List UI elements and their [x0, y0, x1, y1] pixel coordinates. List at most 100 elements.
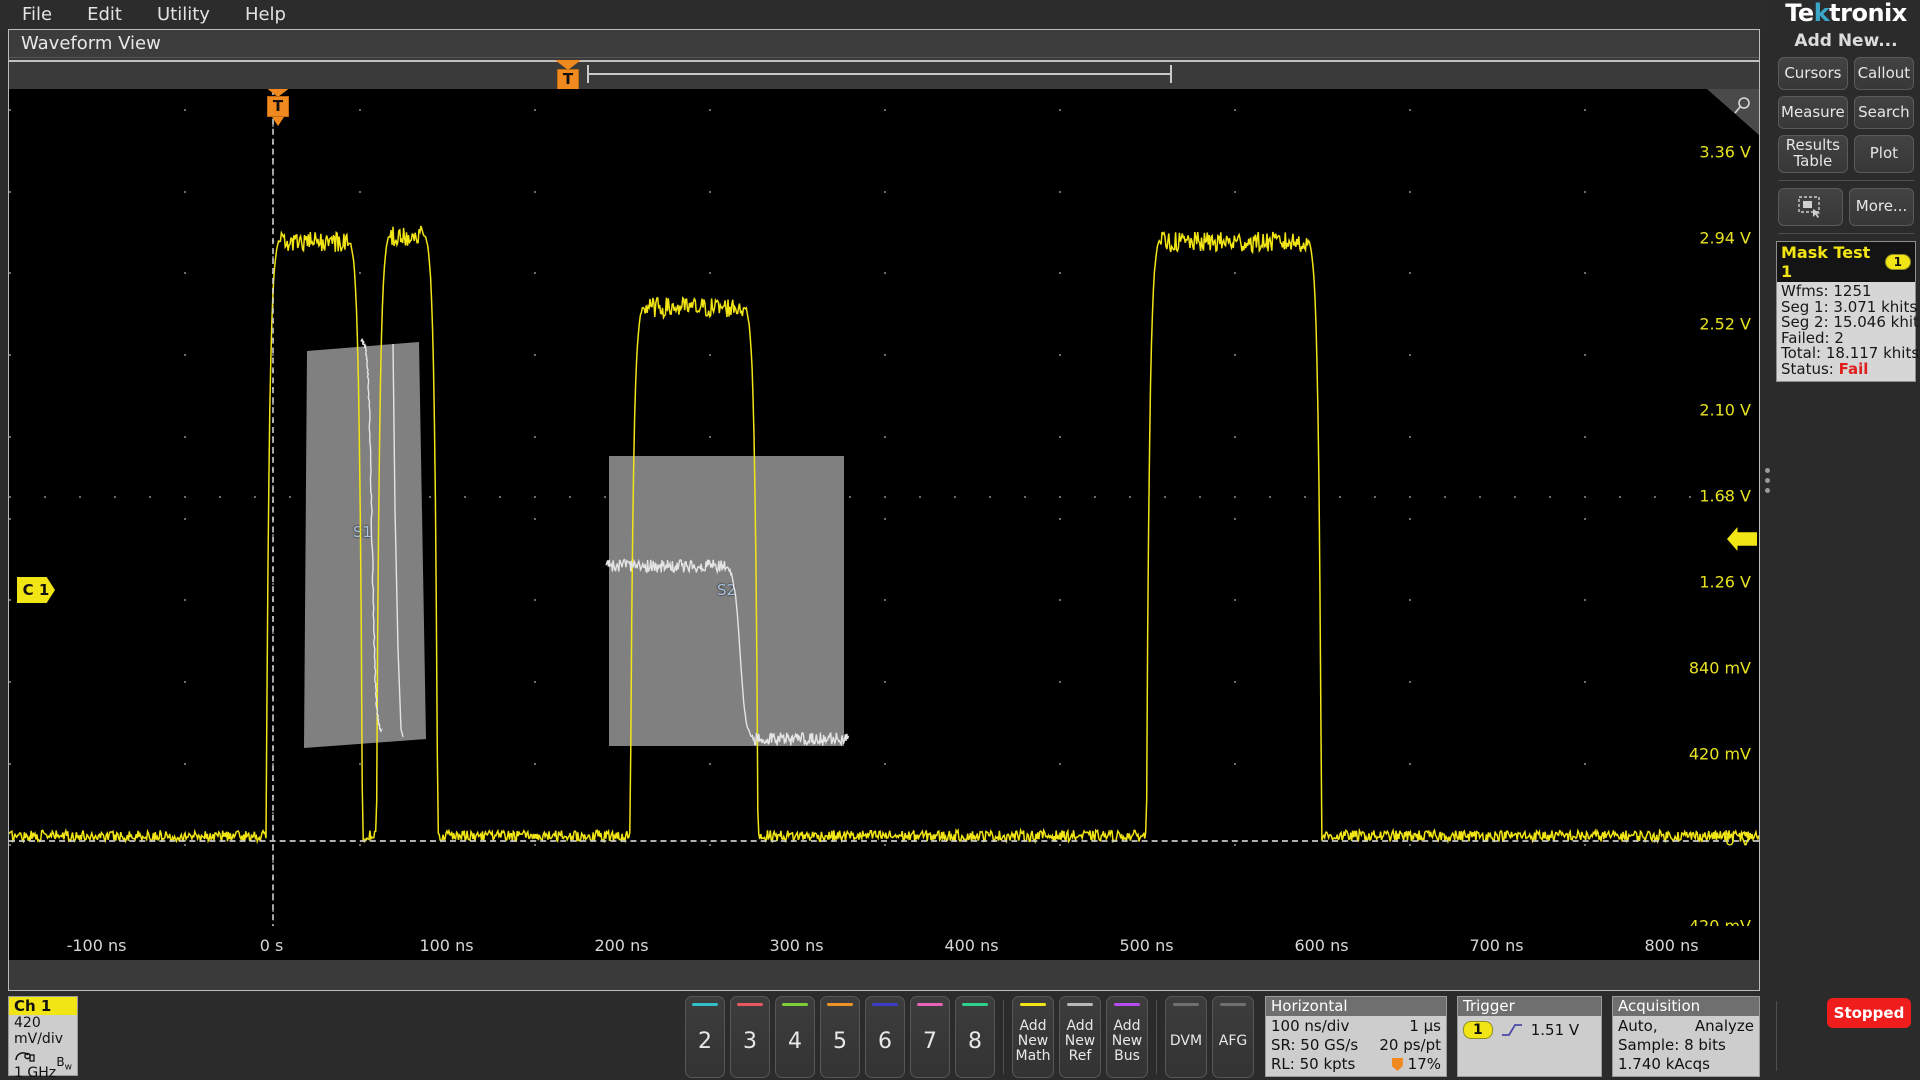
- channel-1-settings-badge[interactable]: Ch 1 420 mV/div 1 GHz Bw: [8, 996, 78, 1080]
- acquisition-row-left: Sample: 8 bits: [1618, 1036, 1726, 1054]
- mask-test-body: Wfms: 1251 Seg 1: 3.071 khits Seg 2: 15.04…: [1777, 282, 1920, 381]
- mask-test-title: Mask Test 1: [1781, 243, 1871, 281]
- trigger-readout-body: 1 1.51 V: [1458, 1016, 1601, 1039]
- acquisition-row-left: Auto,: [1618, 1017, 1658, 1035]
- trigger-position-icon: [1391, 1058, 1403, 1071]
- add-results-table-button[interactable]: Results Table: [1778, 135, 1848, 173]
- brand-post: tronix: [1829, 0, 1907, 27]
- channel-row-divider: [1003, 1000, 1004, 1074]
- menu-item-file[interactable]: File: [12, 0, 62, 29]
- channel-button-label: Add New Math: [1015, 1018, 1051, 1064]
- horizontal-row-right: 1 µs: [1409, 1017, 1441, 1035]
- add-cursors-button[interactable]: Cursors: [1778, 57, 1848, 90]
- channel-button-label: 4: [788, 1029, 802, 1054]
- channel-button-label: 7: [923, 1029, 937, 1054]
- brand-pre: Te: [1785, 0, 1814, 27]
- plot-trigger-marker[interactable]: T: [265, 89, 291, 126]
- channel-button-3[interactable]: 3: [730, 996, 770, 1078]
- channel-button-label: DVM: [1169, 1033, 1203, 1049]
- mask-violation-pulse-s2: [605, 558, 850, 747]
- trigger-time-line: [271, 89, 274, 960]
- nav-trigger-label: T: [557, 69, 579, 90]
- trigger-readout[interactable]: Trigger 1 1.51 V: [1457, 996, 1602, 1077]
- horizontal-readout-title: Horizontal: [1266, 997, 1446, 1016]
- mask-test-status-label: Status:: [1781, 359, 1839, 378]
- horizontal-row: 100 ns/div 1 µs: [1271, 1017, 1441, 1036]
- menu-item-edit[interactable]: Edit: [77, 0, 132, 29]
- channel-button-4[interactable]: 4: [775, 996, 815, 1078]
- acquisition-row: Auto, Analyze: [1618, 1017, 1754, 1036]
- navigation-bar[interactable]: T: [9, 58, 1759, 99]
- horizontal-readout[interactable]: Horizontal 100 ns/div 1 µs SR: 50 GS/s 20 p…: [1265, 996, 1447, 1077]
- afg-button[interactable]: AFG: [1212, 996, 1254, 1078]
- acquisition-row: 1.740 kAcqs: [1618, 1055, 1754, 1074]
- add-new-math-button[interactable]: Add New Math: [1012, 996, 1054, 1078]
- y-axis-tick: 0 V: [1724, 830, 1751, 850]
- menu-item-utility[interactable]: Utility: [147, 0, 220, 29]
- run-stop-button[interactable]: Stopped: [1827, 998, 1911, 1028]
- drag-dot: [1764, 468, 1770, 473]
- channel-button-label: 8: [968, 1029, 982, 1054]
- brand-accent: k: [1813, 0, 1830, 27]
- trigger-level: 1.51 V: [1530, 1021, 1580, 1039]
- more-button[interactable]: More...: [1849, 188, 1914, 226]
- channel-button-label: 6: [878, 1029, 892, 1054]
- panel-drag-handle[interactable]: [1763, 468, 1771, 498]
- rising-edge-icon: [1501, 1024, 1522, 1036]
- mask-test-status-value: Fail: [1838, 359, 1869, 378]
- add-new-ref-button[interactable]: Add New Ref: [1059, 996, 1101, 1078]
- channel-button-row: 2 3 4 5 6 7 8 Add New Math Add New Ref Add New Bus DVM AF…: [685, 996, 1254, 1078]
- mask-test-readout[interactable]: Mask Test 1 1 Wfms: 1251 Seg 1: 3.071 khi…: [1776, 241, 1920, 382]
- add-search-button[interactable]: Search: [1853, 96, 1914, 129]
- channel-button-label: AFG: [1218, 1033, 1248, 1049]
- channel-button-8[interactable]: 8: [955, 996, 995, 1078]
- plot-trigger-pointer-icon: [272, 117, 284, 126]
- x-axis-tick: 100 ns: [419, 936, 474, 955]
- acquisition-readout-title: Acquisition: [1613, 997, 1759, 1016]
- horizontal-row: RL: 50 kpts 17%: [1271, 1055, 1441, 1074]
- trigger-readout-title: Trigger: [1458, 997, 1601, 1016]
- dvm-button[interactable]: DVM: [1165, 996, 1207, 1078]
- channel-button-label: 3: [743, 1029, 757, 1054]
- menu-bar: File Edit Utility Help: [0, 0, 1770, 29]
- probe-glyph-icon: [15, 1052, 35, 1062]
- x-axis-tick: 200 ns: [594, 936, 649, 955]
- add-new-bus-button[interactable]: Add New Bus: [1106, 996, 1148, 1078]
- channel-button-7[interactable]: 7: [910, 996, 950, 1078]
- acquisition-readout[interactable]: Acquisition Auto, Analyze Sample: 8 bits 1.…: [1612, 996, 1760, 1077]
- x-axis-tick: -100 ns: [66, 936, 127, 955]
- channel-1-scale: 420 mV/div: [14, 1015, 63, 1047]
- channel-button-label: 2: [698, 1029, 712, 1054]
- acquisition-row: Sample: 8 bits: [1618, 1036, 1754, 1055]
- screen-region-button[interactable]: [1778, 188, 1843, 226]
- bottom-bar: Ch 1 420 mV/div 1 GHz Bw 2 3 4 5 6 7 8 Add New Ma…: [0, 993, 1920, 1080]
- menu-item-help[interactable]: Help: [235, 0, 296, 29]
- add-plot-button[interactable]: Plot: [1853, 135, 1914, 173]
- y-axis-tick: 840 mV: [1688, 658, 1751, 678]
- trigger-source-badge[interactable]: 1: [1463, 1021, 1493, 1039]
- acquisition-readout-body: Auto, Analyze Sample: 8 bits 1.740 kAcqs: [1613, 1016, 1759, 1074]
- channel-button-2[interactable]: 2: [685, 996, 725, 1078]
- plot-area[interactable]: S1 S2 T C 1 3.36 V 2.94 V 2.52 V 2.10 V …: [9, 89, 1759, 960]
- y-axis-tick: 2.52 V: [1699, 314, 1751, 334]
- drag-dot: [1764, 478, 1770, 483]
- channel-button-label: Add New Ref: [1064, 1018, 1096, 1064]
- bandwidth-limit-tag: Bw: [56, 1054, 72, 1072]
- add-new-title: Add New...: [1794, 31, 1898, 51]
- plot-trigger-label: T: [267, 96, 289, 117]
- channel-button-6[interactable]: 6: [865, 996, 905, 1078]
- x-axis-tick: 0 s: [259, 936, 284, 955]
- panel-divider: [1778, 180, 1914, 181]
- x-axis-tick: 400 ns: [944, 936, 999, 955]
- drag-dot: [1764, 488, 1770, 493]
- horizontal-row-left: 100 ns/div: [1271, 1017, 1350, 1035]
- waveform-view-title: Waveform View: [9, 30, 1759, 58]
- acquisition-row-left: 1.740 kAcqs: [1618, 1055, 1710, 1073]
- horizontal-row-left: RL: 50 kpts: [1271, 1055, 1356, 1073]
- right-panel: Tektronix Add New... Cursors Callout Mea…: [1772, 0, 1920, 1080]
- channel-button-5[interactable]: 5: [820, 996, 860, 1078]
- y-axis-tick: 420 mV: [1688, 744, 1751, 764]
- add-measure-button[interactable]: Measure: [1778, 96, 1848, 129]
- channel-button-label: 5: [833, 1029, 847, 1054]
- add-callout-button[interactable]: Callout: [1853, 57, 1914, 90]
